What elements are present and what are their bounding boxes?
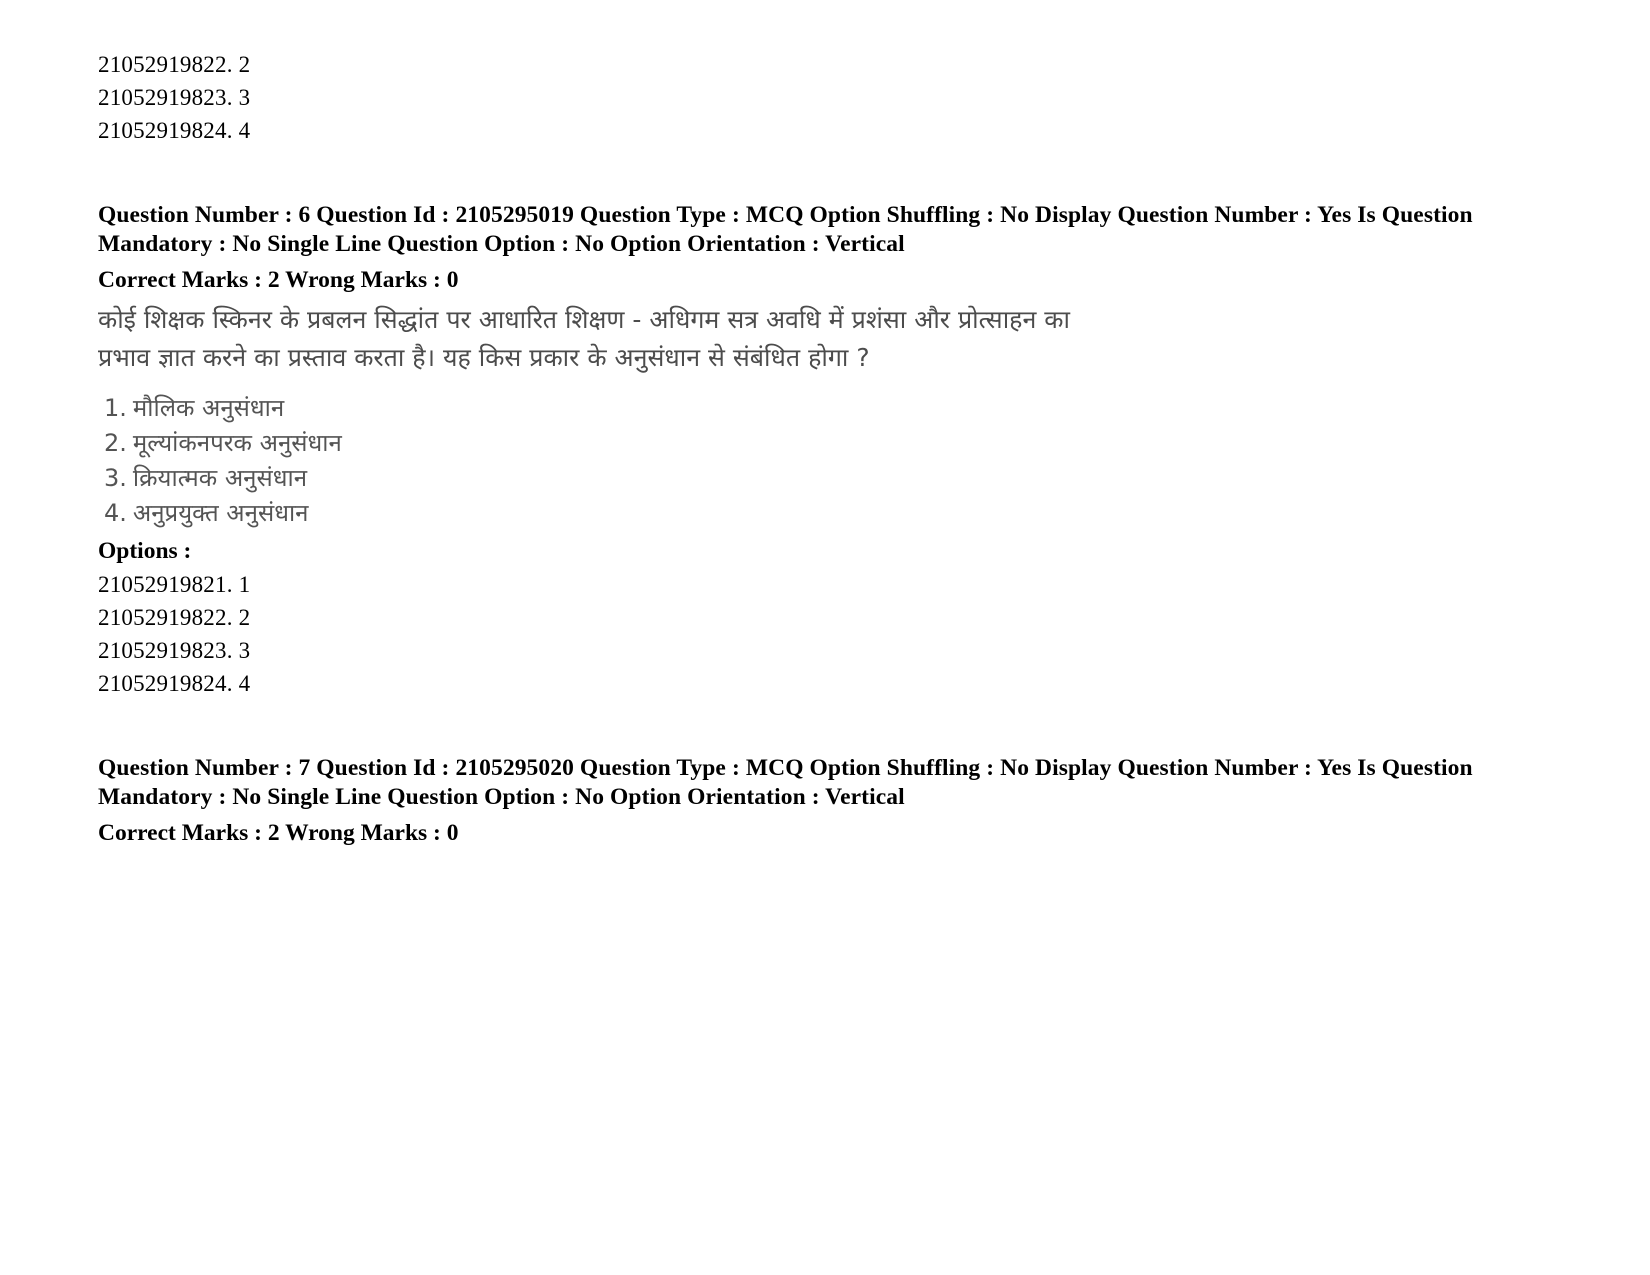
answer-choice: 1. मौलिक अनुसंधान: [98, 391, 1518, 426]
option-id-line: 21052919823. 3: [98, 638, 251, 663]
answer-choice-number: 1.: [104, 394, 127, 422]
answer-choice-list: 1. मौलिक अनुसंधान 2. मूल्यांकनपरक अनुसंधान…: [98, 391, 1518, 531]
answer-choice-text: मूल्यांकनपरक अनुसंधान: [132, 429, 342, 457]
question-stem: कोई शिक्षक स्किनर के प्रबलन सिद्धांत पर …: [98, 301, 1518, 377]
marks-line: Correct Marks : 2 Wrong Marks : 0: [98, 820, 459, 846]
marks-line: Correct Marks : 2 Wrong Marks : 0: [98, 267, 459, 293]
question-metadata-header: Question Number : 6 Question Id : 210529…: [98, 201, 1518, 259]
question-block-6: Question Number : 6 Question Id : 210529…: [98, 201, 1518, 700]
option-id-line: 21052919822. 2: [98, 52, 251, 77]
option-id-line: 21052919824. 4: [98, 118, 251, 143]
option-id-line: 21052919823. 3: [98, 85, 251, 110]
answer-choice: 3. क्रियात्मक अनुसंधान: [98, 461, 1518, 496]
question-metadata-line-1: Question Number : 7 Question Id : 210529…: [98, 755, 1473, 781]
answer-choice: 2. मूल्यांकनपरक अनुसंधान: [98, 426, 1518, 461]
answer-choice-text: मौलिक अनुसंधान: [132, 394, 285, 422]
answer-choice-number: 3.: [104, 464, 127, 492]
options-label: Options :: [98, 538, 192, 564]
page-content: 21052919822. 2 21052919823. 3 2105291982…: [98, 48, 1518, 848]
answer-choice-number: 4.: [104, 499, 127, 527]
option-id-line: 21052919821. 1: [98, 572, 251, 597]
question-block-7: Question Number : 7 Question Id : 210529…: [98, 754, 1518, 848]
answer-choice-text: अनुप्रयुक्त अनुसंधान: [132, 499, 309, 527]
answer-choice-number: 2.: [104, 429, 127, 457]
question-stem-line: कोई शिक्षक स्किनर के प्रबलन सिद्धांत पर …: [98, 305, 1070, 334]
question-metadata-header: Question Number : 7 Question Id : 210529…: [98, 754, 1518, 812]
answer-choice: 4. अनुप्रयुक्त अनुसंधान: [98, 496, 1518, 531]
question-stem-line: प्रभाव ज्ञात करने का प्रस्ताव करता है। य…: [98, 343, 870, 372]
option-id-list: 21052919821. 1 21052919822. 2 2105291982…: [98, 568, 1518, 700]
question-metadata-line-1: Question Number : 6 Question Id : 210529…: [98, 202, 1473, 228]
previous-question-option-ids: 21052919822. 2 21052919823. 3 2105291982…: [98, 48, 1518, 147]
option-id-line: 21052919822. 2: [98, 605, 251, 630]
answer-choice-text: क्रियात्मक अनुसंधान: [132, 464, 308, 492]
question-metadata-line-2: Mandatory : No Single Line Question Opti…: [98, 784, 905, 810]
option-id-line: 21052919824. 4: [98, 671, 251, 696]
document-page: 21052919822. 2 21052919823. 3 2105291982…: [0, 0, 1650, 1275]
question-metadata-line-2: Mandatory : No Single Line Question Opti…: [98, 231, 905, 257]
